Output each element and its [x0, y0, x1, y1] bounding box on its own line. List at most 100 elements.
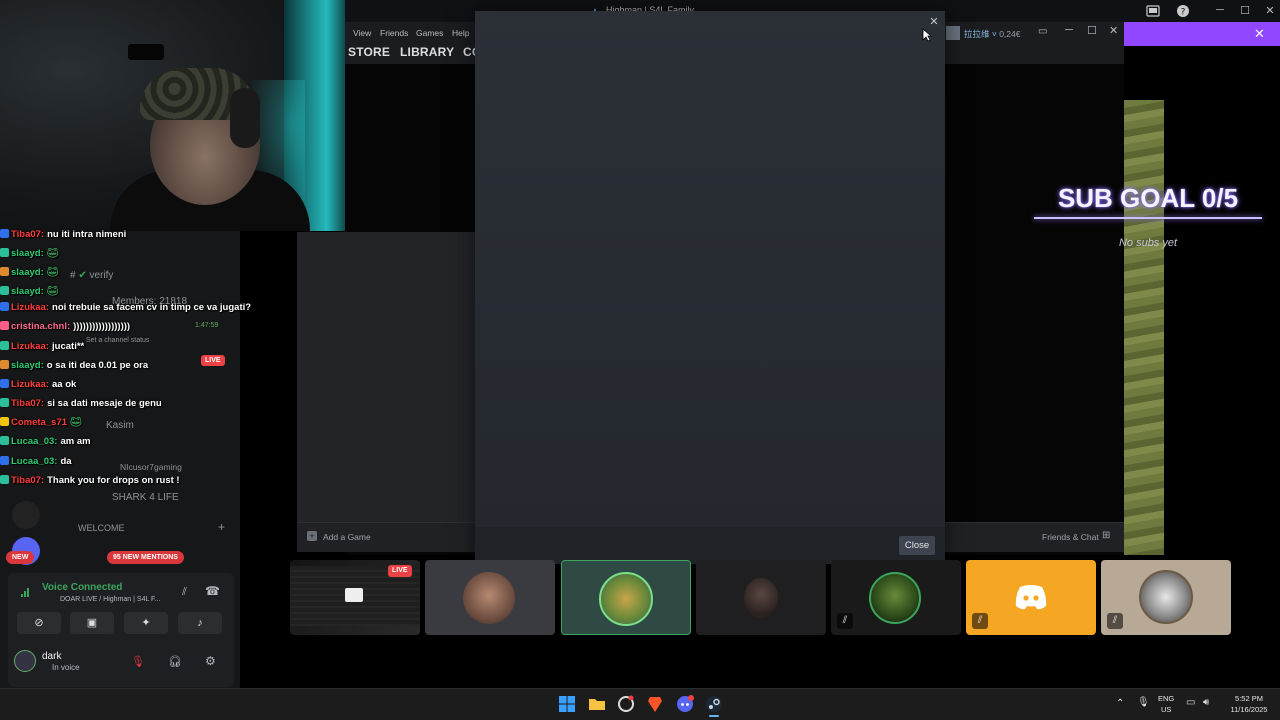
chat-message: slaayd: 🐸︎: [0, 248, 59, 264]
chat-message: Lizukaa: aa ok: [0, 379, 76, 395]
add-game-icon[interactable]: +: [307, 531, 317, 541]
notification-close-icon[interactable]: ✕: [1254, 26, 1265, 42]
chat-message: Lucaa_03: am am: [0, 436, 91, 452]
chat-badge-icon: [0, 398, 9, 407]
streamer-headset: [230, 88, 260, 148]
steam-avatar[interactable]: [946, 26, 960, 40]
headphones-icon[interactable]: 🎧︎: [168, 655, 182, 668]
chat-username: Lizukaa:: [11, 302, 50, 313]
browser-icon[interactable]: [616, 694, 636, 714]
steam-maximize[interactable]: ☐: [1087, 24, 1097, 37]
tile-user-1[interactable]: [425, 560, 555, 635]
screen-share-icon: [345, 588, 363, 602]
user-avatar[interactable]: [14, 650, 36, 672]
chat-text: )))))))))))))))))): [73, 321, 131, 332]
language-indicator[interactable]: ENG: [1158, 694, 1174, 703]
camera-off-button[interactable]: ⊘: [17, 612, 61, 634]
volume-icon[interactable]: 🔊︎: [1203, 697, 1209, 708]
brave-browser-icon[interactable]: [645, 694, 665, 714]
chat-badge-icon: [0, 229, 9, 238]
menu-view[interactable]: View: [353, 28, 371, 38]
tile-deafened-icon: ⫽: [972, 613, 988, 629]
menu-help[interactable]: Help: [452, 28, 469, 38]
nav-library[interactable]: LIBRARY: [400, 45, 454, 59]
new-badge[interactable]: NEW: [6, 551, 35, 564]
voice-user-nicusor[interactable]: NIcusor7gaming: [120, 462, 182, 472]
voice-user-kasim[interactable]: Kasim: [106, 420, 134, 431]
chat-badge-icon: [0, 379, 9, 388]
disconnect-icon[interactable]: ☎: [205, 584, 220, 598]
noise-suppression-icon[interactable]: ⫽: [182, 586, 187, 599]
steam-close[interactable]: ✕: [1109, 24, 1118, 37]
friends-chat-button[interactable]: Friends & Chat: [1042, 532, 1099, 542]
steam-taskbar-icon[interactable]: [704, 694, 724, 714]
chat-badge-icon: [0, 417, 9, 426]
steam-account-name: 拉拉维: [964, 29, 990, 39]
close-button[interactable]: ✕: [1260, 4, 1280, 17]
user-name[interactable]: dark: [42, 651, 61, 662]
channel-status[interactable]: Set a channel status: [86, 337, 149, 344]
tile-user-4[interactable]: ⫽: [831, 560, 961, 635]
user-status: In voice: [52, 663, 80, 672]
clock-date[interactable]: 11/16/2025: [1224, 705, 1274, 714]
add-channel-icon[interactable]: +: [218, 520, 225, 534]
start-windows-icon[interactable]: [557, 694, 577, 714]
file-explorer-icon[interactable]: [587, 694, 607, 714]
settings-gear-icon[interactable]: ⚙: [205, 654, 216, 668]
tile-discord[interactable]: ⫽: [966, 560, 1096, 635]
steam-minimize[interactable]: ─: [1065, 24, 1073, 36]
add-game-button[interactable]: Add a Game: [323, 532, 371, 542]
category-welcome[interactable]: WELCOME: [78, 523, 125, 533]
microphone-tray-icon[interactable]: 🎙︎: [1137, 697, 1150, 708]
wall-art: [128, 44, 164, 60]
chat-badge-icon: [0, 341, 9, 350]
svg-text:?: ?: [1181, 8, 1186, 18]
menu-games[interactable]: Games: [416, 28, 443, 38]
tray-overflow-icon[interactable]: ⌃: [1116, 698, 1124, 709]
friends-chat-icon[interactable]: ⊞: [1102, 530, 1110, 541]
voice-channel-name[interactable]: DOAR LIVE / Highman | S4L F...: [60, 596, 160, 603]
game-view: [1124, 100, 1164, 555]
channel-shark[interactable]: SHARK 4 LIFE: [112, 492, 179, 503]
chat-badge-icon: [0, 302, 9, 311]
screen-share-button[interactable]: ▣: [70, 612, 114, 634]
help-icon[interactable]: ?: [1175, 3, 1191, 19]
dialog-close-button[interactable]: Close: [899, 536, 935, 555]
server-icon-suits[interactable]: [12, 501, 40, 529]
sub-goal-bar: [1034, 217, 1262, 219]
big-picture-icon[interactable]: ▭: [1038, 26, 1047, 37]
emote-icon: 🐸︎: [46, 286, 59, 297]
sub-goal: SUB GOAL 0/5: [1057, 183, 1239, 213]
chat-text: nu iti intra nimeni: [47, 229, 127, 240]
mentions-badge[interactable]: 95 NEW MENTIONS: [107, 551, 184, 564]
tile-user-3[interactable]: [696, 560, 826, 635]
maximize-button[interactable]: ☐: [1235, 4, 1255, 17]
chat-text: jucati**: [52, 341, 85, 352]
chat-message: slaayd: o sa iti dea 0.01 pe ora: [0, 360, 148, 376]
dialog-close-icon[interactable]: ✕: [927, 15, 941, 28]
tile-user-5[interactable]: ⫽: [1101, 560, 1231, 635]
tray-window-icon[interactable]: [1145, 3, 1161, 19]
taskbar: [0, 688, 1280, 720]
chat-text: Thank you for drops on rust !: [47, 475, 180, 486]
minimize-button[interactable]: ─: [1210, 4, 1230, 16]
nav-store[interactable]: STORE: [348, 45, 390, 59]
activities-button[interactable]: ✦: [124, 612, 168, 634]
tile-user-2[interactable]: [561, 560, 691, 635]
steam-account[interactable]: 拉拉维 ˅ 0,24€: [964, 28, 1020, 40]
discord-taskbar-icon[interactable]: [675, 694, 695, 714]
chat-message: slaayd: 🐸︎: [0, 267, 59, 283]
mute-icon[interactable]: 🎙︎: [131, 655, 145, 668]
tile-muted-icon-2: ⫽: [1107, 613, 1123, 629]
menu-friends[interactable]: Friends: [380, 28, 408, 38]
channel-verify[interactable]: # ✔ verify: [70, 270, 113, 281]
soundboard-button[interactable]: ♪: [178, 612, 222, 634]
chat-username: slaayd:: [11, 360, 44, 371]
chat-text: o sa iti dea 0.01 pe ora: [46, 360, 149, 371]
library-panel: [297, 232, 475, 552]
network-icon[interactable]: ▭: [1186, 697, 1195, 708]
region-indicator[interactable]: US: [1161, 705, 1171, 714]
clock-time[interactable]: 5:52 PM: [1228, 694, 1270, 703]
active-app-indicator: [709, 715, 719, 717]
emote-icon: 🐸︎: [46, 267, 59, 278]
